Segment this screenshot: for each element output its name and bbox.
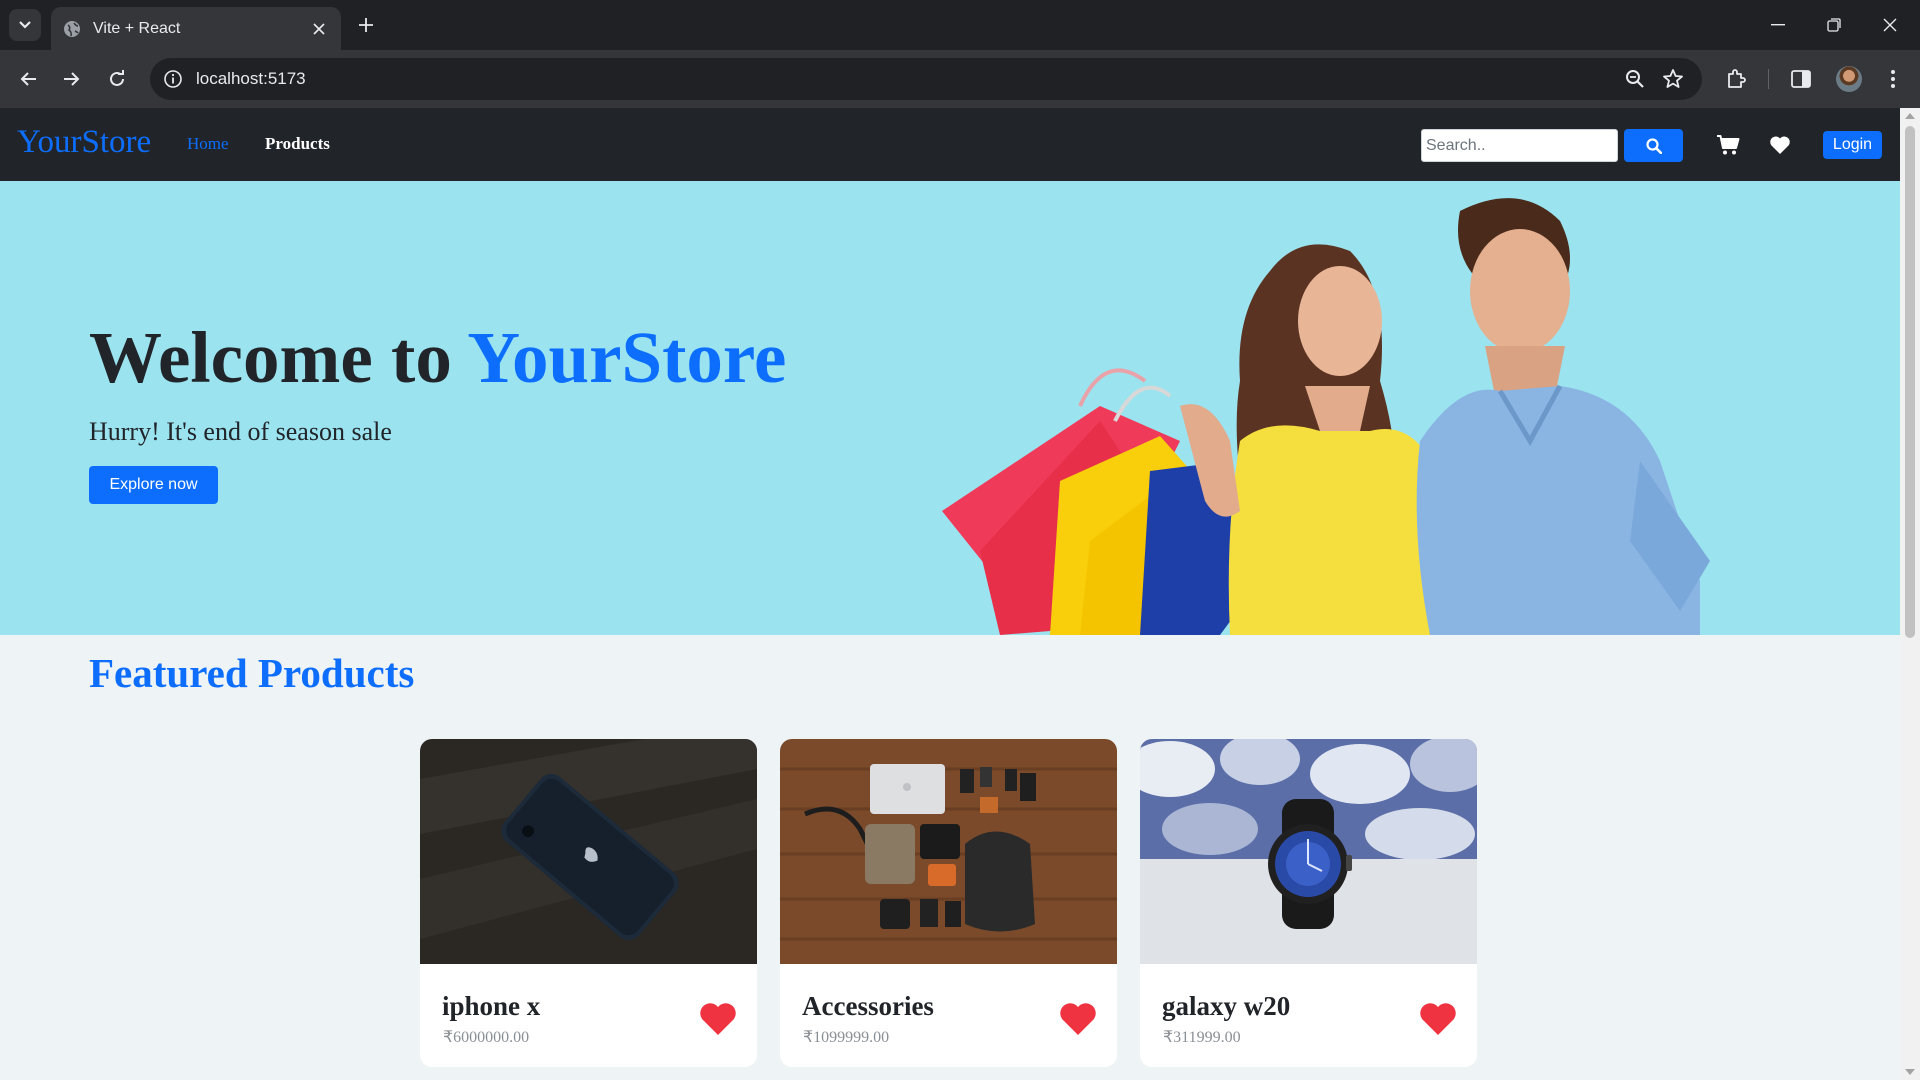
- scroll-up-icon[interactable]: [1905, 113, 1915, 119]
- window-close-icon[interactable]: [1862, 0, 1918, 50]
- hero-title: Welcome to YourStore: [89, 316, 786, 400]
- featured-products-title: Featured Products: [89, 650, 415, 696]
- product-grid: iphone x ₹6000000.00 Accessories ₹109999…: [420, 739, 1480, 1079]
- browser-tab[interactable]: Vite + React: [51, 7, 341, 50]
- product-price: ₹311999.00: [1163, 1029, 1241, 1046]
- explore-now-button[interactable]: Explore now: [89, 466, 218, 504]
- product-price: ₹1099999.00: [803, 1029, 890, 1046]
- product-card[interactable]: galaxy w20 ₹311999.00: [1140, 739, 1477, 1067]
- hero-banner: Welcome to YourStore Hurry! It's end of …: [0, 181, 1900, 635]
- login-button[interactable]: Login: [1823, 131, 1882, 159]
- hero-subtitle: Hurry! It's end of season sale: [89, 417, 392, 446]
- hero-title-prefix: Welcome to: [89, 317, 468, 398]
- product-image-galaxy-watch[interactable]: [1140, 739, 1477, 964]
- brand-logo[interactable]: YourStore: [17, 124, 151, 161]
- nav-link-home[interactable]: Home: [187, 134, 229, 154]
- product-name[interactable]: galaxy w20: [1162, 991, 1290, 1022]
- hero-title-accent: YourStore: [467, 317, 787, 398]
- profile-avatar[interactable]: [1836, 66, 1862, 92]
- product-name[interactable]: iphone x: [442, 991, 540, 1022]
- heart-icon[interactable]: [699, 1002, 737, 1036]
- extensions-icon[interactable]: [1722, 65, 1750, 93]
- reload-icon[interactable]: [101, 63, 133, 95]
- globe-icon: [64, 20, 80, 37]
- search-button[interactable]: [1624, 129, 1683, 162]
- page-scrollbar[interactable]: [1900, 108, 1920, 1080]
- tab-search-icon[interactable]: [9, 9, 41, 41]
- product-image-iphone[interactable]: [420, 739, 757, 964]
- search-icon: [1645, 137, 1662, 154]
- back-icon[interactable]: [12, 63, 44, 95]
- nav-link-products[interactable]: Products: [265, 134, 330, 154]
- browser-tabstrip: Vite + React: [0, 0, 1920, 50]
- store-navbar: YourStore Home Products Login: [0, 108, 1900, 181]
- scroll-down-icon[interactable]: [1905, 1069, 1915, 1075]
- page-viewport: YourStore Home Products Login Welcome to…: [0, 108, 1900, 1080]
- forward-icon[interactable]: [56, 63, 88, 95]
- tab-title: Vite + React: [93, 19, 181, 37]
- search-input[interactable]: [1421, 129, 1618, 162]
- site-info-icon[interactable]: [162, 68, 184, 90]
- address-bar[interactable]: localhost:5173: [150, 58, 1702, 100]
- scrollbar-thumb[interactable]: [1905, 126, 1915, 638]
- url-text: localhost:5173: [196, 69, 306, 88]
- heart-icon[interactable]: [1059, 1002, 1097, 1036]
- product-card[interactable]: iphone x ₹6000000.00: [420, 739, 757, 1067]
- menu-icon[interactable]: [1879, 65, 1907, 93]
- heart-icon[interactable]: [1419, 1002, 1457, 1036]
- cart-icon[interactable]: [1716, 134, 1740, 156]
- star-icon[interactable]: [1662, 68, 1684, 90]
- close-icon[interactable]: [309, 19, 329, 39]
- heart-icon[interactable]: [1769, 135, 1791, 155]
- side-panel-icon[interactable]: [1787, 65, 1815, 93]
- product-image-accessories[interactable]: [780, 739, 1117, 964]
- restore-icon[interactable]: [1806, 0, 1862, 50]
- toolbar-divider: [1768, 69, 1769, 89]
- hero-couple-shopping-image: [942, 198, 1710, 635]
- minimize-icon[interactable]: [1750, 0, 1806, 50]
- product-card[interactable]: Accessories ₹1099999.00: [780, 739, 1117, 1067]
- plus-icon[interactable]: [352, 11, 380, 39]
- product-price: ₹6000000.00: [443, 1029, 530, 1046]
- zoom-icon[interactable]: [1624, 68, 1646, 90]
- browser-toolbar: localhost:5173: [0, 50, 1920, 108]
- product-name[interactable]: Accessories: [802, 991, 934, 1022]
